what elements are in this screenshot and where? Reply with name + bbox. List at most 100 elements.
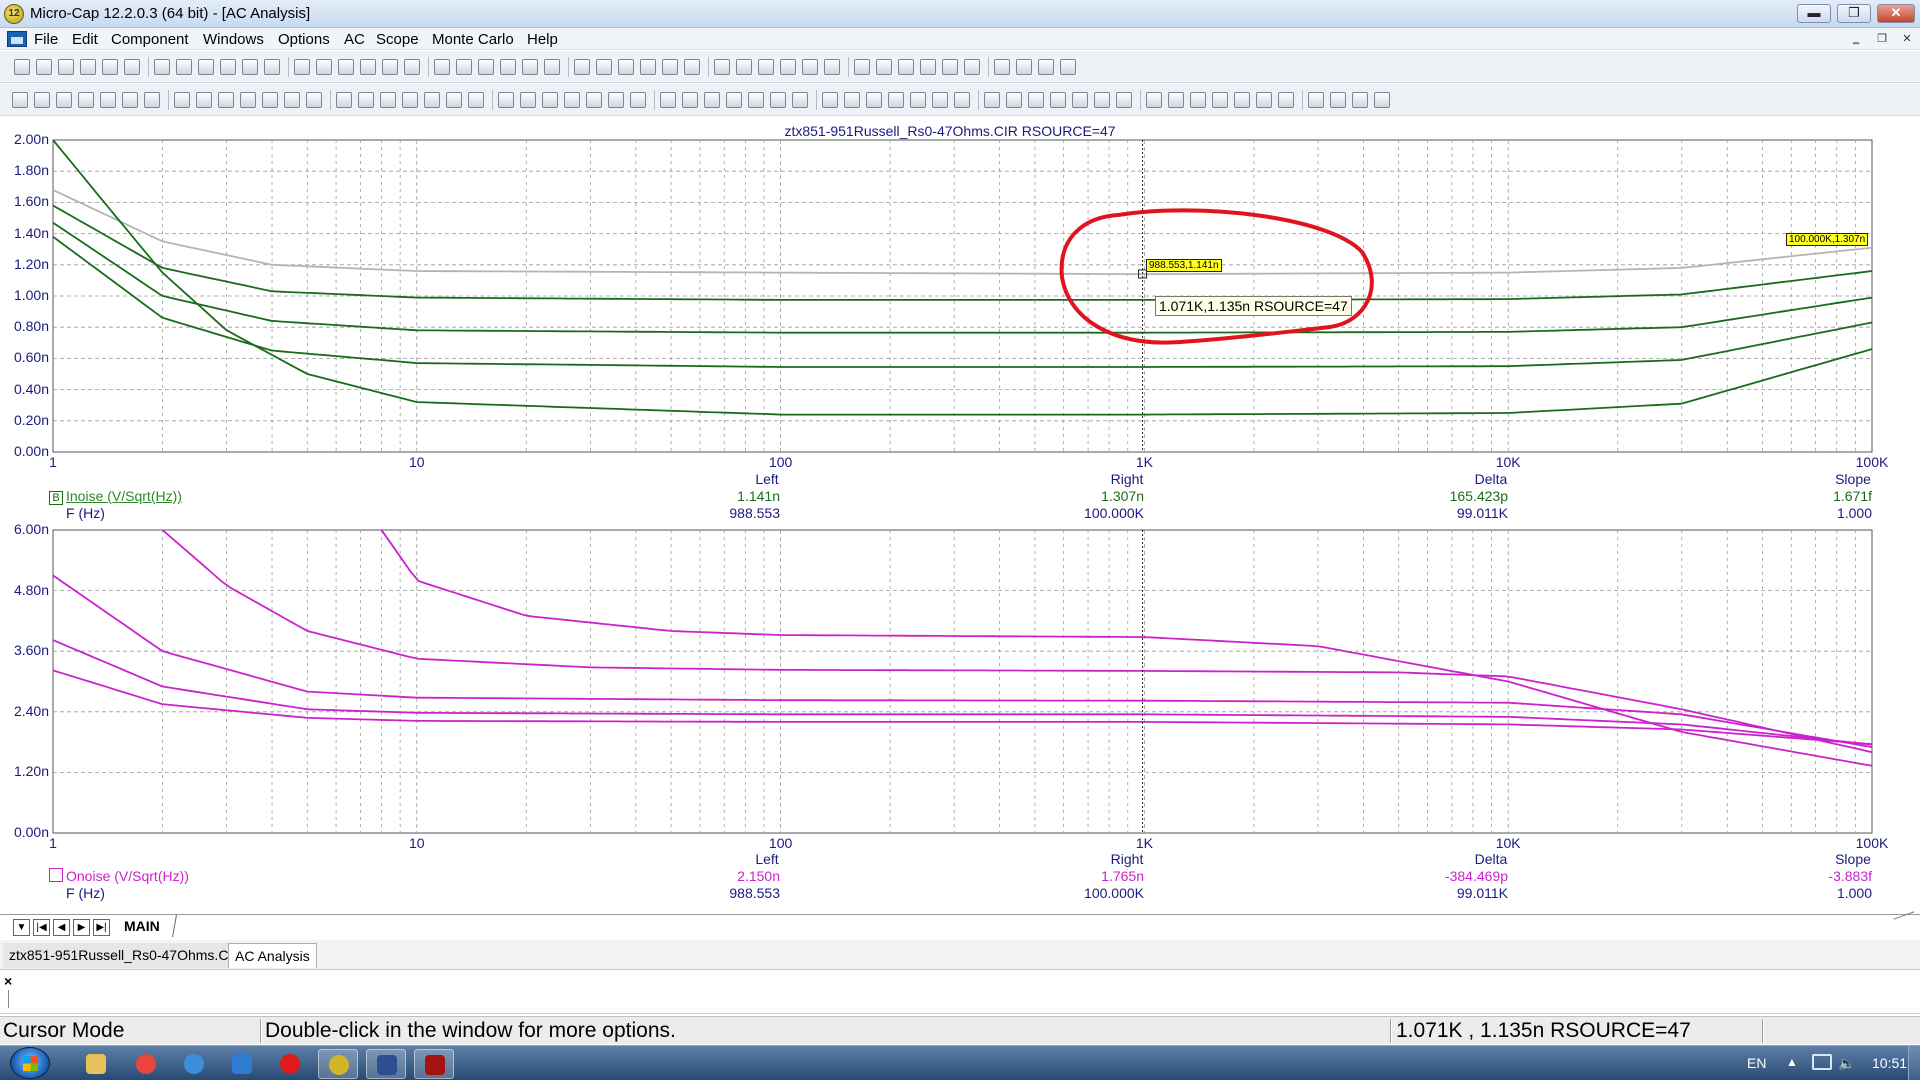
- onoise-trace-marker-box[interactable]: [49, 868, 63, 885]
- toolbar2-tool-button-8[interactable]: [174, 92, 190, 108]
- toolbar1-tool-button-17[interactable]: [382, 59, 398, 75]
- menu-windows[interactable]: Windows: [203, 31, 264, 48]
- clock[interactable]: 10:51: [1872, 1055, 1907, 1071]
- menu-ac[interactable]: AC: [344, 31, 365, 48]
- toolbar1-tool-button-31[interactable]: [714, 59, 730, 75]
- toolbar1-tool-button-12[interactable]: [264, 59, 280, 75]
- toolbar1-tool-button-46[interactable]: [1060, 59, 1076, 75]
- toolbar1-tool-button-44[interactable]: [1016, 59, 1032, 75]
- onoise-expression[interactable]: Onoise (V/Sqrt(Hz)): [66, 868, 189, 884]
- sheet-menu-down-icon[interactable]: ▼: [13, 919, 30, 936]
- toolbar2-tool-button-12[interactable]: [262, 92, 278, 108]
- taskbar-explorer-icon[interactable]: [76, 1049, 116, 1079]
- toolbar2-tool-button-14[interactable]: [306, 92, 322, 108]
- toolbar1-tool-button-6[interactable]: [124, 59, 140, 75]
- toolbar2-tool-button-45[interactable]: [1028, 92, 1044, 108]
- toolbar2-tool-button-34[interactable]: [770, 92, 786, 108]
- toolbar2-tool-button-58[interactable]: [1330, 92, 1346, 108]
- sheet-tab-main[interactable]: MAIN: [116, 915, 177, 937]
- toolbar2-tool-button-29[interactable]: [660, 92, 676, 108]
- toolbar1-tool-button-30[interactable]: [684, 59, 700, 75]
- toolbar2-tool-button-18[interactable]: [402, 92, 418, 108]
- tab-ac-analysis[interactable]: AC Analysis: [228, 943, 317, 968]
- toolbar2-tool-button-22[interactable]: [498, 92, 514, 108]
- toolbar1-tool-button-3[interactable]: [58, 59, 74, 75]
- toolbar2-tool-button-38[interactable]: [866, 92, 882, 108]
- taskbar-microcap-icon[interactable]: [318, 1049, 358, 1079]
- toolbar1-tool-button-37[interactable]: [854, 59, 870, 75]
- toolbar2-tool-button-2[interactable]: [34, 92, 50, 108]
- toolbar2-tool-button-37[interactable]: [844, 92, 860, 108]
- toolbar1-tool-button-35[interactable]: [802, 59, 818, 75]
- toolbar2-tool-button-24[interactable]: [542, 92, 558, 108]
- menu-edit[interactable]: Edit: [72, 31, 98, 48]
- menu-file[interactable]: File: [34, 31, 58, 48]
- toolbar2-tool-button-21[interactable]: [468, 92, 484, 108]
- toolbar2-tool-button-47[interactable]: [1072, 92, 1088, 108]
- toolbar1-tool-button-45[interactable]: [1038, 59, 1054, 75]
- toolbar1-tool-button-24[interactable]: [544, 59, 560, 75]
- toolbar2-tool-button-26[interactable]: [586, 92, 602, 108]
- toolbar1-tool-button-22[interactable]: [500, 59, 516, 75]
- toolbar1-tool-button-7[interactable]: [154, 59, 170, 75]
- toolbar2-tool-button-19[interactable]: [424, 92, 440, 108]
- toolbar1-tool-button-32[interactable]: [736, 59, 752, 75]
- toolbar2-tool-button-60[interactable]: [1374, 92, 1390, 108]
- toolbar1-tool-button-11[interactable]: [242, 59, 258, 75]
- toolbar2-tool-button-56[interactable]: [1278, 92, 1294, 108]
- toolbar2-tool-button-54[interactable]: [1234, 92, 1250, 108]
- taskbar-opera-icon[interactable]: [270, 1049, 310, 1079]
- start-button[interactable]: [10, 1047, 50, 1079]
- toolbar1-tool-button-26[interactable]: [596, 59, 612, 75]
- toolbar2-tool-button-40[interactable]: [910, 92, 926, 108]
- toolbar1-tool-button-10[interactable]: [220, 59, 236, 75]
- toolbar2-tool-button-10[interactable]: [218, 92, 234, 108]
- taskbar-acrobat-icon[interactable]: [414, 1049, 454, 1079]
- toolbar1-tool-button-8[interactable]: [176, 59, 192, 75]
- toolbar1-tool-button-16[interactable]: [360, 59, 376, 75]
- toolbar1-tool-button-27[interactable]: [618, 59, 634, 75]
- menu-options[interactable]: Options: [278, 31, 330, 48]
- toolbar2-tool-button-16[interactable]: [358, 92, 374, 108]
- microcap-app-icon[interactable]: 12: [4, 4, 24, 24]
- toolbar1-tool-button-33[interactable]: [758, 59, 774, 75]
- toolbar2-tool-button-39[interactable]: [888, 92, 904, 108]
- toolbar1-tool-button-13[interactable]: [294, 59, 310, 75]
- toolbar2-tool-button-50[interactable]: [1146, 92, 1162, 108]
- taskbar-chrome-icon[interactable]: [126, 1049, 166, 1079]
- toolbar2-tool-button-28[interactable]: [630, 92, 646, 108]
- toolbar1-tool-button-5[interactable]: [102, 59, 118, 75]
- toolbar1-tool-button-19[interactable]: [434, 59, 450, 75]
- toolbar2-tool-button-41[interactable]: [932, 92, 948, 108]
- toolbar2-tool-button-17[interactable]: [380, 92, 396, 108]
- show-desktop-button[interactable]: [1908, 1046, 1920, 1080]
- toolbar1-tool-button-15[interactable]: [338, 59, 354, 75]
- toolbar2-tool-button-25[interactable]: [564, 92, 580, 108]
- toolbar1-tool-button-29[interactable]: [662, 59, 678, 75]
- toolbar2-tool-button-46[interactable]: [1050, 92, 1066, 108]
- toolbar1-tool-button-20[interactable]: [456, 59, 472, 75]
- toolbar2-tool-button-42[interactable]: [954, 92, 970, 108]
- toolbar2-tool-button-23[interactable]: [520, 92, 536, 108]
- menu-help[interactable]: Help: [527, 31, 558, 48]
- toolbar2-tool-button-44[interactable]: [1006, 92, 1022, 108]
- right-cursor-tag[interactable]: 100.000K,1.307n: [1786, 233, 1869, 246]
- bottom-x-expression[interactable]: F (Hz): [66, 885, 105, 901]
- toolbar2-tool-button-1[interactable]: [12, 92, 28, 108]
- toolbar2-tool-button-55[interactable]: [1256, 92, 1272, 108]
- close-button[interactable]: ✕: [1877, 4, 1915, 23]
- toolbar1-tool-button-18[interactable]: [404, 59, 420, 75]
- toolbar2-tool-button-20[interactable]: [446, 92, 462, 108]
- toolbar1-tool-button-9[interactable]: [198, 59, 214, 75]
- toolbar2-tool-button-48[interactable]: [1094, 92, 1110, 108]
- toolbar1-tool-button-42[interactable]: [964, 59, 980, 75]
- toolbar2-tool-button-15[interactable]: [336, 92, 352, 108]
- toolbar1-tool-button-23[interactable]: [522, 59, 538, 75]
- toolbar2-tool-button-6[interactable]: [122, 92, 138, 108]
- toolbar1-tool-button-36[interactable]: [824, 59, 840, 75]
- next-sheet-icon[interactable]: ▶: [73, 919, 90, 936]
- network-icon[interactable]: [1812, 1054, 1832, 1070]
- toolbar2-tool-button-43[interactable]: [984, 92, 1000, 108]
- toolbar2-tool-button-53[interactable]: [1212, 92, 1228, 108]
- toolbar2-tool-button-13[interactable]: [284, 92, 300, 108]
